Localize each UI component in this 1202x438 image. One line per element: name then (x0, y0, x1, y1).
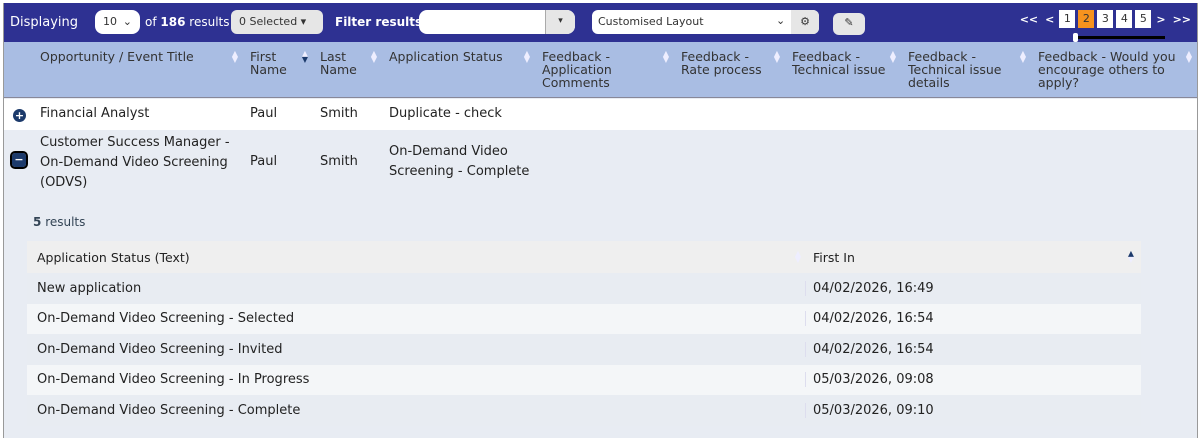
col-feedback-comments[interactable]: Feedback - Application Comments (542, 50, 652, 89)
detail-count-label: results (45, 215, 86, 229)
sort-icon[interactable]: ▲ ▼ (773, 50, 781, 64)
selected-label: 0 Selected (239, 15, 298, 28)
expand-icon[interactable]: + (13, 109, 26, 122)
first-in: 04/02/2026, 16:54 (813, 341, 934, 357)
row-first-name: Paul (250, 106, 278, 121)
chevron-down-icon: ⌄ (122, 15, 132, 28)
first-in: 04/02/2026, 16:54 (813, 311, 934, 327)
page-size-value: 10 (103, 15, 117, 28)
row-last-name: Smith (320, 106, 358, 121)
row-title: Customer Success Manager - On-Demand Vid… (40, 135, 230, 190)
col-first-name[interactable]: First Name (250, 50, 300, 76)
page-3[interactable]: 3 (1097, 10, 1114, 28)
col-application-status[interactable]: Application Status (389, 50, 503, 63)
col-application-status-text[interactable]: Application Status (Text) (27, 250, 806, 265)
layout-value: Customised Layout (598, 15, 704, 28)
row-last-name: Smith (320, 154, 358, 169)
filter-input[interactable]: ▾ (419, 10, 575, 34)
sort-icon[interactable]: ▲ ▼ (889, 50, 897, 64)
results-grid: Displaying 10 ⌄ of 186 results 0 Selecte… (3, 3, 1198, 438)
sort-icon[interactable]: ▲ ▼ (1185, 50, 1193, 64)
sort-icon[interactable]: ▲ ▼ (794, 250, 802, 264)
first-page-button[interactable]: << (1018, 13, 1040, 26)
results-label: results (189, 15, 230, 29)
sort-icon[interactable]: ▲ ▼ (370, 50, 378, 64)
row-status: Duplicate - check (389, 106, 502, 121)
col-title[interactable]: Opportunity / Event Title (40, 50, 194, 63)
sort-icon[interactable]: ▲ ▼ (231, 50, 239, 64)
chevron-down-icon: ⌄ (776, 14, 786, 27)
status-text: On-Demand Video Screening - Invited (27, 341, 806, 357)
sort-icon[interactable]: ▲ ▼ (1019, 50, 1027, 64)
col-feedback-technical-issue[interactable]: Feedback - Technical issue (792, 50, 897, 76)
sort-asc-icon[interactable]: ▲ ▼ (1127, 250, 1135, 264)
displaying-label: Displaying (10, 15, 79, 30)
selected-dropdown[interactable]: 0 Selected ▾ (231, 10, 323, 34)
row-title: Financial Analyst (40, 106, 150, 121)
first-in: 04/02/2026, 16:49 (813, 280, 934, 296)
status-history-row: On-Demand Video Screening - Selected 04/0… (27, 303, 1141, 334)
col-feedback-technical-details[interactable]: Feedback - Technical issue details (908, 50, 1013, 89)
first-in: 05/03/2026, 09:08 (813, 372, 934, 388)
status-history-header: Application Status (Text) ▲ ▼ First In ▲ ▼ (27, 241, 1141, 273)
page-slider[interactable] (1073, 33, 1165, 42)
col-first-in[interactable]: First In (806, 250, 1141, 265)
page-1[interactable]: 1 (1059, 10, 1076, 28)
status-history-row: On-Demand Video Screening - In Progress 0… (27, 364, 1141, 395)
page-5[interactable]: 5 (1135, 10, 1152, 28)
of-label: of (145, 15, 157, 29)
col-last-name[interactable]: Last Name (320, 50, 370, 76)
last-page-button[interactable]: >> (1171, 13, 1193, 26)
table-row[interactable]: + Financial Analyst Paul Smith Duplicate… (4, 99, 1197, 130)
collapse-icon[interactable]: − (10, 151, 28, 169)
page-4[interactable]: 4 (1116, 10, 1133, 28)
status-history-row: On-Demand Video Screening - Complete 05/0… (27, 395, 1141, 426)
status-text: On-Demand Video Screening - In Progress (27, 372, 806, 388)
detail-count-value: 5 (33, 215, 42, 229)
sort-icon[interactable]: ▲ ▼ (662, 50, 670, 64)
col-feedback-encourage[interactable]: Feedback - Would you encourage others to… (1038, 50, 1183, 89)
sort-icon[interactable]: ▲ ▼ (523, 50, 531, 64)
first-in: 05/03/2026, 09:10 (813, 402, 934, 418)
slider-handle[interactable] (1073, 33, 1078, 42)
edit-icon: ✎ (844, 16, 854, 29)
status-text: On-Demand Video Screening - Complete (27, 402, 806, 418)
detail-count: 5 results (33, 212, 85, 232)
row-first-name: Paul (250, 154, 278, 169)
status-history-table: Application Status (Text) ▲ ▼ First In ▲ ▼… (27, 241, 1141, 426)
total-count: 186 (160, 15, 186, 29)
status-history-row: New application 04/02/2026, 16:49 (27, 273, 1141, 304)
next-page-button[interactable]: > (1154, 13, 1167, 26)
row-status: On-Demand Video Screening - Complete (389, 144, 530, 179)
filter-label: Filter results (335, 15, 423, 29)
filter-dropdown-button[interactable]: ▾ (545, 10, 575, 34)
page-2[interactable]: 2 (1078, 10, 1095, 28)
status-history-row: On-Demand Video Screening - Invited 04/02… (27, 334, 1141, 365)
pagination: << < 1 2 3 4 5 > >> (1018, 10, 1193, 28)
status-text: On-Demand Video Screening - Selected (27, 311, 806, 327)
layout-select[interactable]: Customised Layout ⌄ ⚙ (592, 10, 819, 34)
edit-layout-button[interactable]: ✎ (833, 13, 865, 35)
page-size-select[interactable]: 10 ⌄ (95, 10, 140, 34)
toolbar: Displaying 10 ⌄ of 186 results 0 Selecte… (4, 3, 1197, 42)
col-feedback-rate[interactable]: Feedback - Rate process (681, 50, 776, 76)
status-text: New application (27, 280, 806, 296)
sort-icon[interactable]: ▲ ▼ (301, 50, 309, 64)
gear-icon[interactable]: ⚙ (791, 10, 819, 34)
results-count: of 186 results (145, 15, 230, 29)
table-header: Opportunity / Event Title ▲ ▼ First Name … (4, 42, 1197, 98)
prev-page-button[interactable]: < (1043, 13, 1056, 26)
